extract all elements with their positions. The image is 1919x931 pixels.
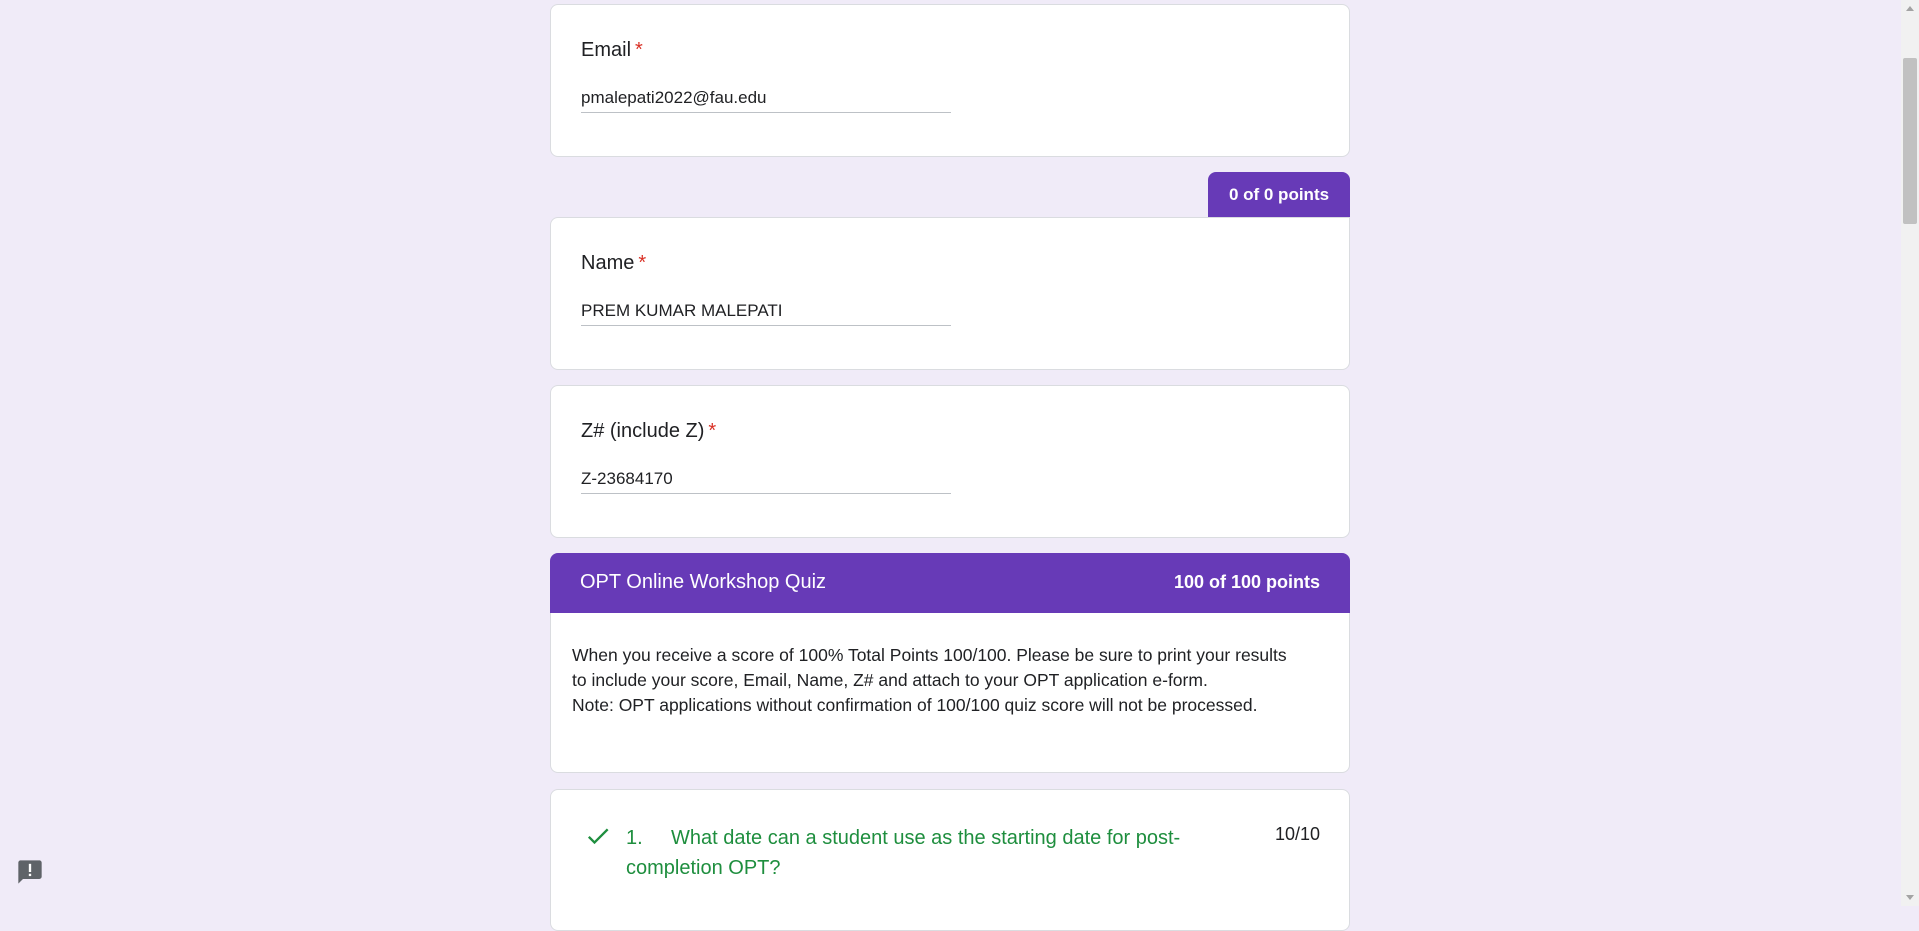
scrollbar-thumb[interactable]	[1903, 58, 1917, 224]
required-asterisk: *	[638, 252, 647, 274]
question-label: Email	[581, 39, 632, 61]
scroll-down-arrow[interactable]	[1906, 895, 1914, 900]
question-title: Z# (include Z) *	[581, 420, 716, 443]
znumber-question-card: Z# (include Z) * Z-23684170	[550, 385, 1350, 538]
section-points: 100 of 100 points	[1173, 572, 1320, 592]
points-badge: 0 of 0 points	[1208, 172, 1350, 217]
question-title: Name *	[581, 252, 646, 275]
vertical-scrollbar[interactable]	[1901, 0, 1919, 906]
scroll-up-arrow[interactable]	[1906, 6, 1914, 11]
znumber-answer: Z-23684170	[581, 469, 951, 494]
question-title: 1. What date can a student use as the sta…	[626, 823, 1226, 883]
name-question-card: Name * PREM KUMAR MALEPATI	[550, 217, 1350, 370]
description-line: Note: OPT applications without confirmat…	[572, 695, 1258, 715]
description-line: When you receive a score of 100% Total P…	[572, 645, 1287, 665]
email-question-card: Email * pmalepati2022@fau.edu	[550, 4, 1350, 157]
required-asterisk: *	[635, 39, 643, 61]
question-text: What date can a student use as the start…	[626, 827, 1181, 879]
question-label: Name	[581, 252, 635, 274]
section-description: When you receive a score of 100% Total P…	[572, 643, 1332, 718]
feedback-button[interactable]	[16, 858, 44, 886]
description-line: to include your score, Email, Name, Z# a…	[572, 670, 1208, 690]
name-answer: PREM KUMAR MALEPATI	[581, 301, 951, 326]
question-card: 1. What date can a student use as the sta…	[550, 789, 1350, 931]
required-asterisk: *	[708, 420, 717, 442]
check-icon	[587, 828, 609, 845]
question-score: 10/10	[1274, 824, 1320, 844]
feedback-icon	[18, 860, 42, 884]
question-label: Z# (include Z)	[581, 420, 705, 442]
question-title: Email *	[581, 39, 643, 62]
email-answer: pmalepati2022@fau.edu	[581, 88, 951, 113]
section-title: OPT Online Workshop Quiz	[580, 571, 827, 593]
question-number: 1.	[626, 827, 643, 849]
section-description-card: When you receive a score of 100% Total P…	[550, 613, 1350, 773]
section-header: OPT Online Workshop Quiz 100 of 100 poin…	[550, 553, 1350, 613]
